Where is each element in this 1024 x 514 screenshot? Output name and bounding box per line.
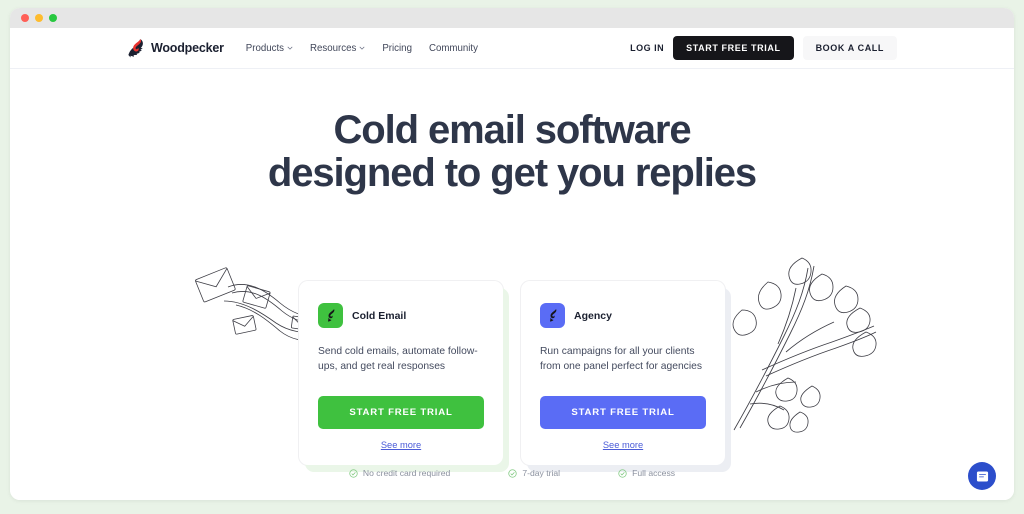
woodpecker-bird-icon <box>318 303 343 328</box>
client-logos: ProfitWell by paddle BRAND24 LiveChat <box>594 496 817 500</box>
header-actions: LOG IN START FREE TRIAL BOOK A CALL <box>630 36 897 60</box>
book-a-call-button[interactable]: BOOK A CALL <box>802 36 897 60</box>
card-header: Agency <box>540 303 706 328</box>
main-nav: Products Resources Pricing Community <box>246 43 478 54</box>
card-header: Cold Email <box>318 303 484 328</box>
site-logo-text: Woodpecker <box>151 41 224 55</box>
card-description: Send cold emails, automate follow-ups, a… <box>318 346 478 373</box>
close-window-button[interactable] <box>21 14 29 22</box>
header-inner: Woodpecker Products Resources Pricing Co… <box>127 36 897 60</box>
card-start-free-trial-button[interactable]: START FREE TRIAL <box>540 395 706 429</box>
nav-item-community[interactable]: Community <box>429 43 478 54</box>
minimize-window-button[interactable] <box>35 14 43 22</box>
perk-7-day-trial: 7-day trial <box>508 468 560 478</box>
hero-section: Cold email software designed to get you … <box>10 69 1014 500</box>
browser-window: Woodpecker Products Resources Pricing Co… <box>10 8 1014 500</box>
product-card-agency[interactable]: Agency Run campaigns for all your client… <box>521 281 725 465</box>
page-title: Cold email software designed to get you … <box>10 108 1014 196</box>
nav-label-resources: Resources <box>310 42 357 54</box>
logo-profitwell: ProfitWell by paddle <box>594 496 644 500</box>
browser-titlebar <box>10 8 1014 28</box>
nav-item-pricing[interactable]: Pricing <box>382 43 412 54</box>
product-card-cold-email[interactable]: Cold Email Send cold emails, automate fo… <box>299 281 503 465</box>
perk-label: Full access <box>632 468 676 478</box>
check-circle-icon <box>349 468 358 478</box>
nav-label-products: Products <box>245 42 285 54</box>
perk-label: 7-day trial <box>522 468 561 478</box>
login-link[interactable]: LOG IN <box>630 43 664 53</box>
card-description: Run campaigns for all your clients from … <box>540 346 702 373</box>
woodpecker-bird-icon <box>127 38 146 59</box>
start-free-trial-button[interactable]: START FREE TRIAL <box>673 36 794 60</box>
maximize-window-button[interactable] <box>49 14 57 22</box>
nav-label-community: Community <box>428 42 478 54</box>
intercom-chat-icon <box>976 470 988 482</box>
chevron-down-icon <box>359 46 365 50</box>
trusted-by-bar: TRUSTED BY 13,000+ PROFESSIONALS ProfitW… <box>10 496 1014 500</box>
hero-cards: Cold Email Send cold emails, automate fo… <box>10 281 1014 465</box>
perk-no-credit-card: No credit card required <box>349 468 450 478</box>
chevron-down-icon <box>287 46 293 50</box>
perks-row: No credit card required 7-day trial Full… <box>10 468 1014 478</box>
site-logo[interactable]: Woodpecker <box>127 38 224 59</box>
chat-widget-button[interactable] <box>968 462 996 490</box>
check-circle-icon <box>508 468 517 478</box>
site-header: Woodpecker Products Resources Pricing Co… <box>10 28 1014 69</box>
card-title: Cold Email <box>352 309 407 322</box>
headline-line-2: designed to get you replies <box>267 151 757 196</box>
nav-label-pricing: Pricing <box>382 42 412 54</box>
card-title: Agency <box>574 309 612 322</box>
nav-item-resources[interactable]: Resources <box>310 43 365 54</box>
profitwell-wordmark: ProfitWell by paddle <box>610 496 644 500</box>
perk-label: No credit card required <box>362 468 451 478</box>
nav-item-products[interactable]: Products <box>246 43 293 54</box>
perk-full-access: Full access <box>618 468 675 478</box>
headline-line-1: Cold email software <box>333 108 692 152</box>
card-see-more-link[interactable]: See more <box>318 440 484 450</box>
trusted-by-inner: TRUSTED BY 13,000+ PROFESSIONALS ProfitW… <box>207 496 817 500</box>
card-start-free-trial-button[interactable]: START FREE TRIAL <box>318 395 484 429</box>
woodpecker-bird-icon <box>540 303 565 328</box>
card-see-more-link[interactable]: See more <box>540 440 706 450</box>
check-circle-icon <box>618 468 627 478</box>
